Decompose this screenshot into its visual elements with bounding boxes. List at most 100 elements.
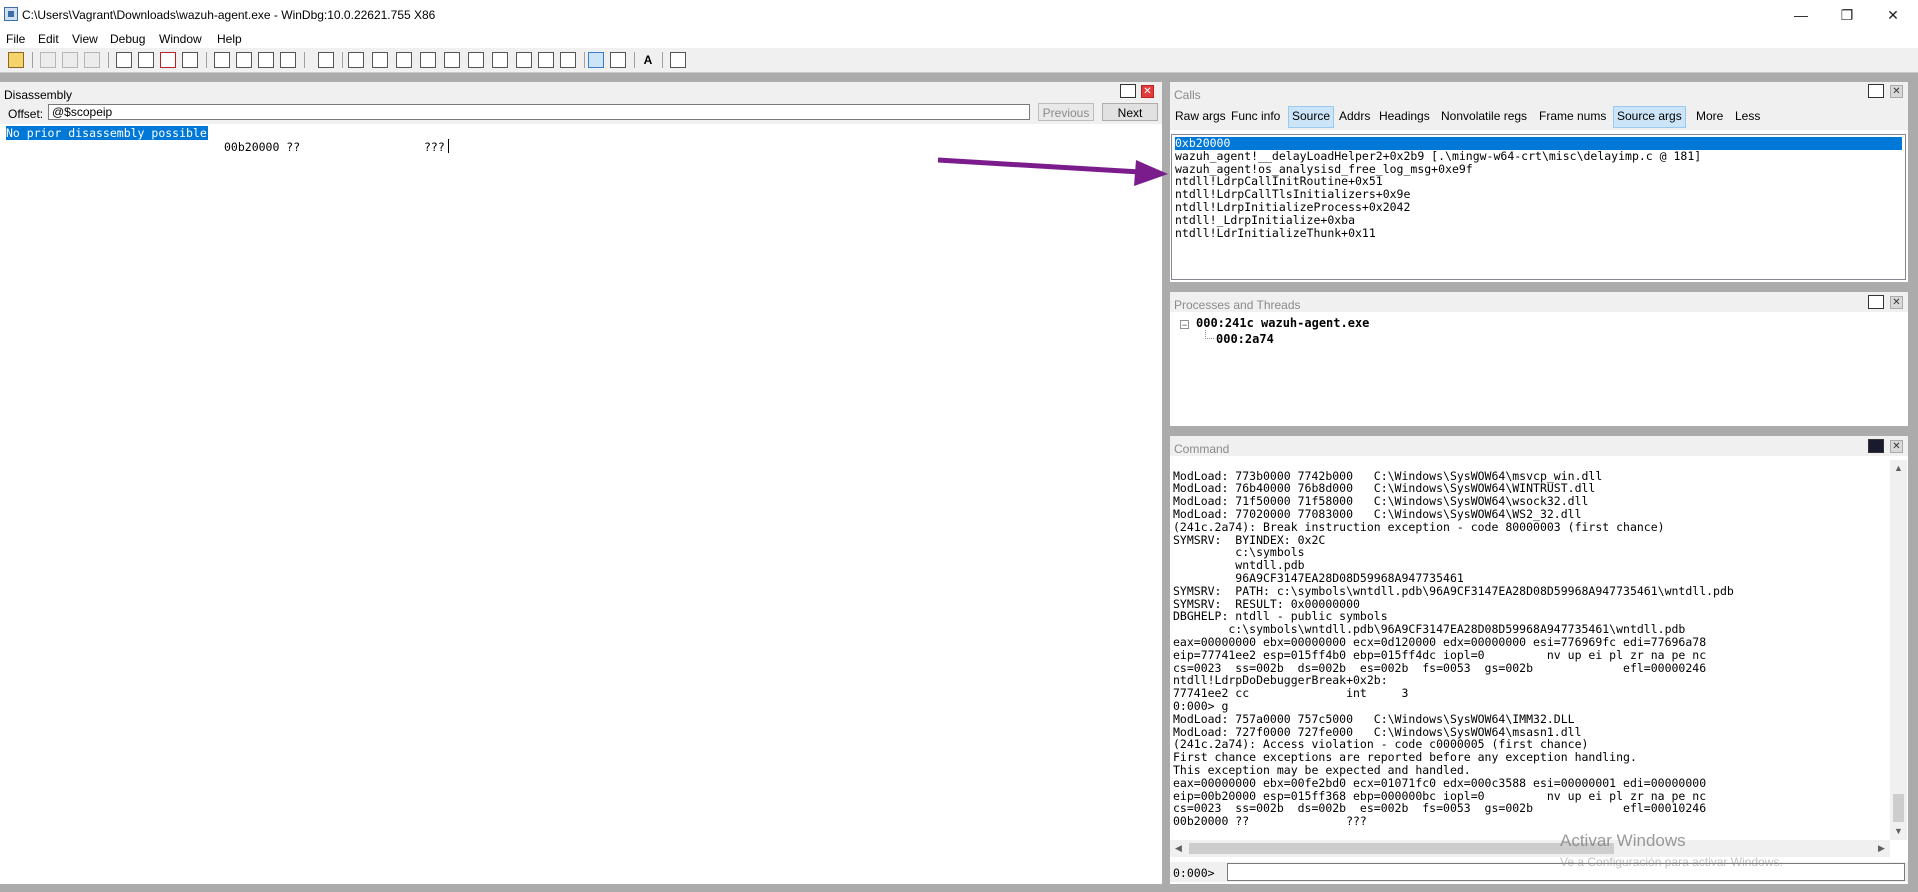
calls-tab-func-info[interactable]: Func info: [1228, 106, 1283, 126]
offset-input[interactable]: [48, 104, 1030, 120]
menu-view[interactable]: View: [72, 30, 98, 48]
scroll-down-icon[interactable]: ▼: [1890, 823, 1907, 840]
window-title: C:\Users\Vagrant\Downloads\wazuh-agent.e…: [22, 8, 436, 22]
calls-tab-headings[interactable]: Headings: [1376, 106, 1433, 126]
hand-icon[interactable]: [318, 52, 334, 68]
locals-window-icon[interactable]: [396, 52, 412, 68]
calls-tab-nonvolatile-regs[interactable]: Nonvolatile regs: [1438, 106, 1530, 126]
next-button[interactable]: Next: [1102, 103, 1158, 121]
calls-tab-raw-args[interactable]: Raw args: [1172, 106, 1229, 126]
step-over-icon[interactable]: [236, 52, 252, 68]
disassembly-window-icon[interactable]: [492, 52, 508, 68]
call-frame[interactable]: 0xb20000: [1175, 137, 1902, 150]
command-pane-menu-icon[interactable]: [1868, 439, 1884, 453]
processes-pane-menu-icon[interactable]: [1868, 295, 1884, 309]
step-into-icon[interactable]: [214, 52, 230, 68]
tree-connector: [1205, 330, 1214, 339]
calls-tab-more[interactable]: More: [1693, 106, 1726, 126]
cut-icon[interactable]: [40, 52, 56, 68]
annotation-arrow-head: [1134, 160, 1168, 186]
horizontal-scroll-thumb[interactable]: [1189, 843, 1614, 854]
paste-icon[interactable]: [84, 52, 100, 68]
command-output: ModLoad: 773b0000 7742b000 C:\Windows\Sy…: [1173, 469, 1734, 829]
menu-debug[interactable]: Debug: [110, 30, 145, 48]
open-folder-icon[interactable]: [8, 52, 24, 68]
source-mode-icon[interactable]: [588, 52, 604, 68]
output-line: 96A9CF3147EA28D08D59968A947735461: [1173, 571, 1464, 586]
options-icon[interactable]: [670, 52, 686, 68]
copy-icon[interactable]: [62, 52, 78, 68]
windbg-app-icon: [4, 7, 18, 21]
scroll-up-icon[interactable]: ▲: [1890, 460, 1907, 477]
minimize-button[interactable]: —: [1778, 0, 1824, 30]
toolbar-separator: [662, 52, 663, 68]
command-output-area[interactable]: ModLoad: 773b0000 7742b000 C:\Windows\Sy…: [1170, 460, 1890, 832]
calls-tab-frame-nums[interactable]: Frame nums: [1536, 106, 1609, 126]
menu-bar: File Edit View Debug Window Help: [0, 30, 1918, 48]
calls-title: Calls: [1174, 88, 1201, 102]
command-window-icon[interactable]: [348, 52, 364, 68]
disassembly-opcode: ???: [424, 140, 445, 154]
calls-options-bar: Raw args Func info Source Addrs Headings…: [1170, 102, 1908, 130]
scratch-pad-icon[interactable]: [516, 52, 532, 68]
call-frame[interactable]: ntdll!LdrpInitializeProcess+0x2042: [1175, 201, 1902, 214]
calls-pane: Calls ✕ Raw args Func info Source Addrs …: [1170, 82, 1908, 282]
source-window-icon[interactable]: [560, 52, 576, 68]
disassembly-pane-menu-icon[interactable]: [1120, 84, 1136, 98]
command-close-icon[interactable]: ✕: [1890, 440, 1903, 453]
disassembly-title: Disassembly: [4, 88, 73, 102]
break-icon[interactable]: [182, 52, 198, 68]
toolbar-separator: [304, 52, 305, 68]
calls-pane-menu-icon[interactable]: [1868, 84, 1884, 98]
go-icon[interactable]: [116, 52, 132, 68]
calls-tab-source[interactable]: Source: [1288, 106, 1335, 128]
process-node[interactable]: 000:241c wazuh-agent.exe: [1196, 316, 1369, 330]
vertical-scrollbar[interactable]: ▲ ▼: [1890, 460, 1907, 840]
restart-icon[interactable]: [138, 52, 154, 68]
processes-threads-icon[interactable]: [538, 52, 554, 68]
output-line: ModLoad: 757a0000 757c5000 C:\Windows\Sy…: [1173, 711, 1575, 726]
registers-window-icon[interactable]: [420, 52, 436, 68]
menu-edit[interactable]: Edit: [38, 30, 59, 48]
output-line: 77741ee2 cc int 3: [1173, 686, 1409, 701]
menu-file[interactable]: File: [6, 30, 25, 48]
output-line: 00b20000 ?? ???: [1173, 814, 1367, 829]
hex-display-icon[interactable]: [610, 52, 626, 68]
maximize-button[interactable]: ❐: [1824, 0, 1870, 30]
previous-button[interactable]: Previous: [1038, 103, 1094, 121]
close-button[interactable]: ✕: [1870, 0, 1916, 30]
step-out-icon[interactable]: [258, 52, 274, 68]
thread-node[interactable]: 000:2a74: [1216, 332, 1274, 346]
watch-window-icon[interactable]: [372, 52, 388, 68]
menu-window[interactable]: Window: [159, 30, 202, 48]
command-title: Command: [1174, 442, 1230, 456]
memory-window-icon[interactable]: [444, 52, 460, 68]
call-frame[interactable]: ntdll!_LdrpInitialize+0xba: [1175, 213, 1902, 227]
processes-title: Processes and Threads: [1174, 298, 1301, 312]
calls-tab-source-args[interactable]: Source args: [1613, 106, 1686, 128]
scroll-left-icon[interactable]: ◀: [1170, 840, 1187, 857]
offset-label: Offset:: [8, 107, 44, 121]
output-line: ModLoad: 77020000 77083000 C:\Windows\Sy…: [1173, 507, 1582, 522]
toolbar-separator: [206, 52, 207, 68]
call-frame[interactable]: wazuh_agent!__delayLoadHelper2+0x2b9 [.\…: [1175, 149, 1902, 163]
command-pane: Command ✕ ModLoad: 773b0000 7742b000 C:\…: [1170, 436, 1908, 884]
calls-tab-addrs[interactable]: Addrs: [1336, 106, 1373, 126]
stop-debugging-icon[interactable]: [160, 52, 176, 68]
call-stack-window-icon[interactable]: [468, 52, 484, 68]
output-line: This exception may be expected and handl…: [1173, 763, 1471, 778]
call-stack-list[interactable]: 0xb20000 wazuh_agent!__delayLoadHelper2+…: [1171, 134, 1906, 280]
scroll-thumb[interactable]: [1893, 794, 1904, 822]
collapse-icon[interactable]: −: [1180, 320, 1189, 330]
disassembly-close-icon[interactable]: ✕: [1141, 85, 1154, 98]
font-icon[interactable]: A: [640, 52, 656, 68]
run-to-cursor-icon[interactable]: [280, 52, 296, 68]
call-frame[interactable]: ntdll!LdrInitializeThunk+0x11: [1175, 226, 1902, 240]
output-line: eax=00000000 ebx=00fe2bd0 ecx=01071fc0 e…: [1173, 775, 1707, 790]
calls-tab-less[interactable]: Less: [1732, 106, 1763, 126]
menu-help[interactable]: Help: [217, 30, 242, 48]
toolbar-separator: [342, 52, 343, 68]
calls-close-icon[interactable]: ✕: [1890, 85, 1903, 98]
scroll-right-icon[interactable]: ▶: [1873, 840, 1890, 857]
processes-close-icon[interactable]: ✕: [1890, 296, 1903, 309]
